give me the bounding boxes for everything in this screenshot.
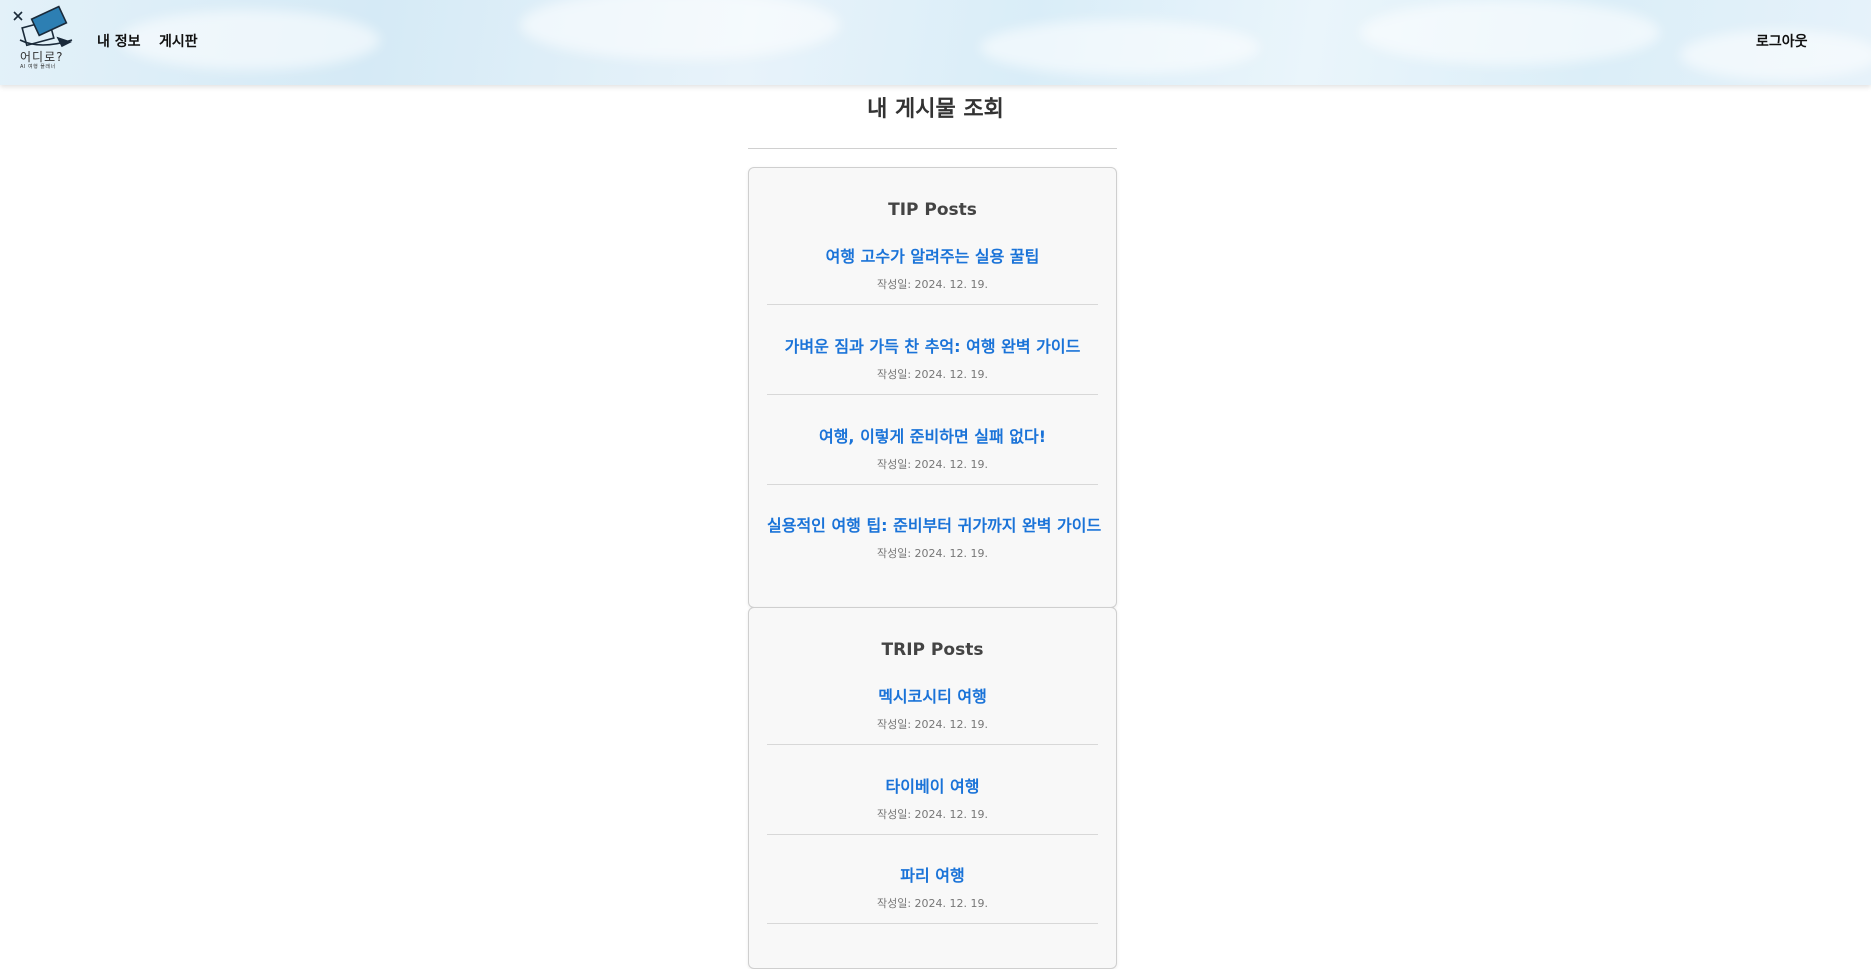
list-item: 여행 고수가 알려주는 실용 꿀팁 작성일: 2024. 12. 19. (767, 243, 1098, 333)
post-divider (767, 744, 1098, 745)
post-date: 작성일: 2024. 12. 19. (876, 547, 989, 560)
post-title-link[interactable]: 여행, 이렇게 준비하면 실패 없다! (767, 423, 1098, 447)
post-divider (767, 394, 1098, 395)
post-title-link[interactable]: 타이베이 여행 (767, 773, 1098, 797)
post-title-link[interactable]: 실용적인 여행 팁: 준비부터 귀가까지 완벽 가이드 (767, 512, 1101, 536)
trip-posts-card: TRIP Posts 멕시코시티 여행 작성일: 2024. 12. 19. 타… (748, 607, 1117, 969)
page-title: 내 게시물 조회 (867, 97, 1004, 122)
list-item: 실용적인 여행 팁: 준비부터 귀가까지 완벽 가이드 작성일: 2024. 1… (767, 512, 1101, 602)
post-title-link[interactable]: 여행 고수가 알려주는 실용 꿀팁 (767, 243, 1098, 267)
post-date: 작성일: 2024. 12. 19. (876, 458, 989, 471)
logo-subtext: AI 여행 플래너 (20, 64, 56, 70)
post-date: 작성일: 2024. 12. 19. (876, 897, 989, 910)
top-header: 어디로? AI 여행 플래너 내 정보 게시판 로그아웃 (0, 0, 1871, 85)
nav-board[interactable]: 게시판 (159, 31, 198, 51)
post-title-link[interactable]: 가벼운 짐과 가득 찬 추억: 여행 완벽 가이드 (767, 333, 1098, 357)
logout-button[interactable]: 로그아웃 (1756, 31, 1808, 51)
post-title-link[interactable]: 멕시코시티 여행 (767, 683, 1098, 707)
list-item: 가벼운 짐과 가득 찬 추억: 여행 완벽 가이드 작성일: 2024. 12.… (767, 333, 1098, 423)
post-title-link[interactable]: 파리 여행 (767, 862, 1098, 886)
post-date: 작성일: 2024. 12. 19. (876, 368, 989, 381)
post-date: 작성일: 2024. 12. 19. (876, 718, 989, 731)
title-divider (748, 148, 1117, 149)
post-divider (767, 484, 1098, 485)
post-divider (767, 834, 1098, 835)
post-divider (767, 923, 1098, 924)
list-item: 멕시코시티 여행 작성일: 2024. 12. 19. (767, 683, 1098, 773)
cloud-decoration (980, 20, 1260, 75)
trip-posts-heading: TRIP Posts (881, 640, 984, 660)
cloud-decoration (520, 0, 840, 60)
list-item: 파리 여행 작성일: 2024. 12. 19. (767, 862, 1098, 952)
cloud-decoration (1360, 0, 1660, 65)
list-item: 여행, 이렇게 준비하면 실패 없다! 작성일: 2024. 12. 19. (767, 423, 1098, 513)
list-item: 타이베이 여행 작성일: 2024. 12. 19. (767, 773, 1098, 863)
post-date: 작성일: 2024. 12. 19. (876, 808, 989, 821)
tip-posts-heading: TIP Posts (888, 200, 977, 220)
post-divider (767, 304, 1098, 305)
post-date: 작성일: 2024. 12. 19. (876, 278, 989, 291)
nav-my-info[interactable]: 내 정보 (97, 31, 141, 51)
tip-posts-card: TIP Posts 여행 고수가 알려주는 실용 꿀팁 작성일: 2024. 1… (748, 167, 1117, 608)
